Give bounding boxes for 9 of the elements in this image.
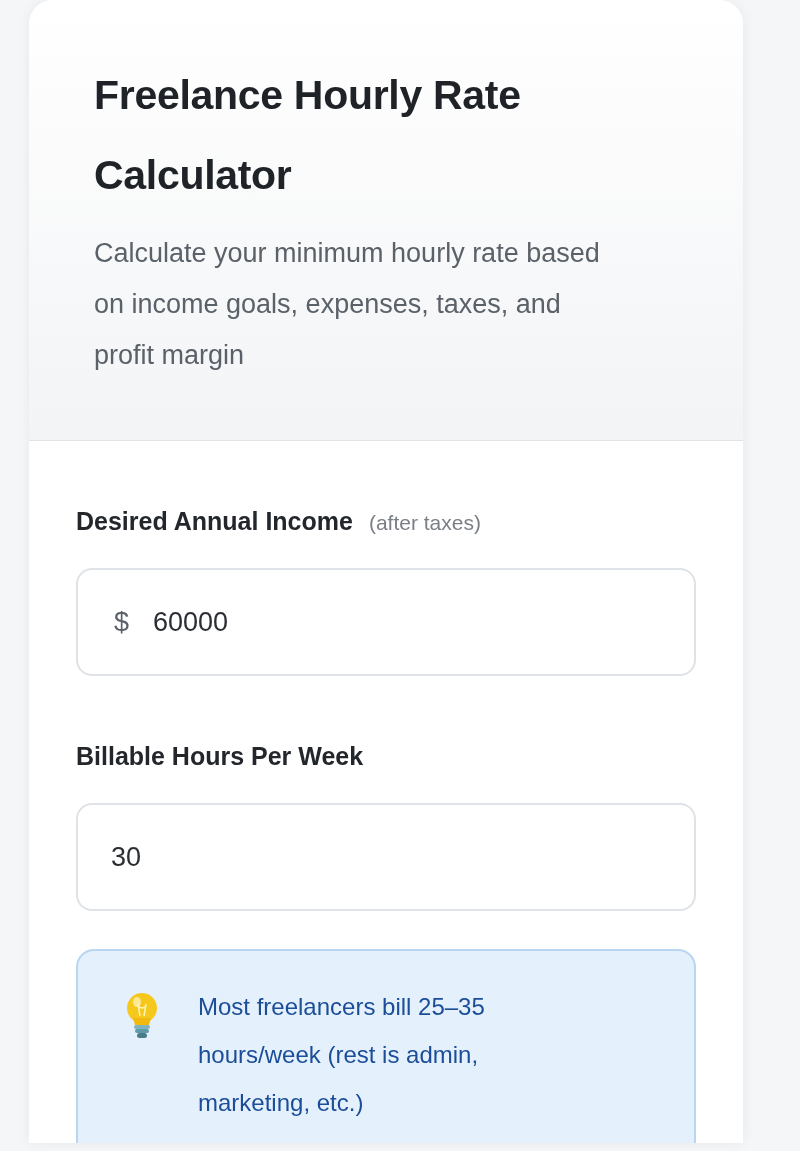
field-hint: (after taxes)	[368, 510, 481, 536]
lightbulb-icon	[124, 992, 160, 1039]
tip-text: Most freelancers bill 25–35 hours/week (rest is admin, marketing, etc.)	[198, 992, 486, 1118]
number-input[interactable]: 30	[76, 803, 696, 911]
field-label: Desired Annual Income	[76, 506, 353, 537]
page-title: Freelance Hourly Rate Calculator	[94, 71, 522, 200]
page-subtitle: Calculate your minimum hourly rate based on income goals, expenses, taxes, and profit margin	[94, 237, 601, 372]
currency-symbol: $	[114, 606, 130, 639]
field-label: Billable Hours Per Week	[76, 741, 364, 772]
